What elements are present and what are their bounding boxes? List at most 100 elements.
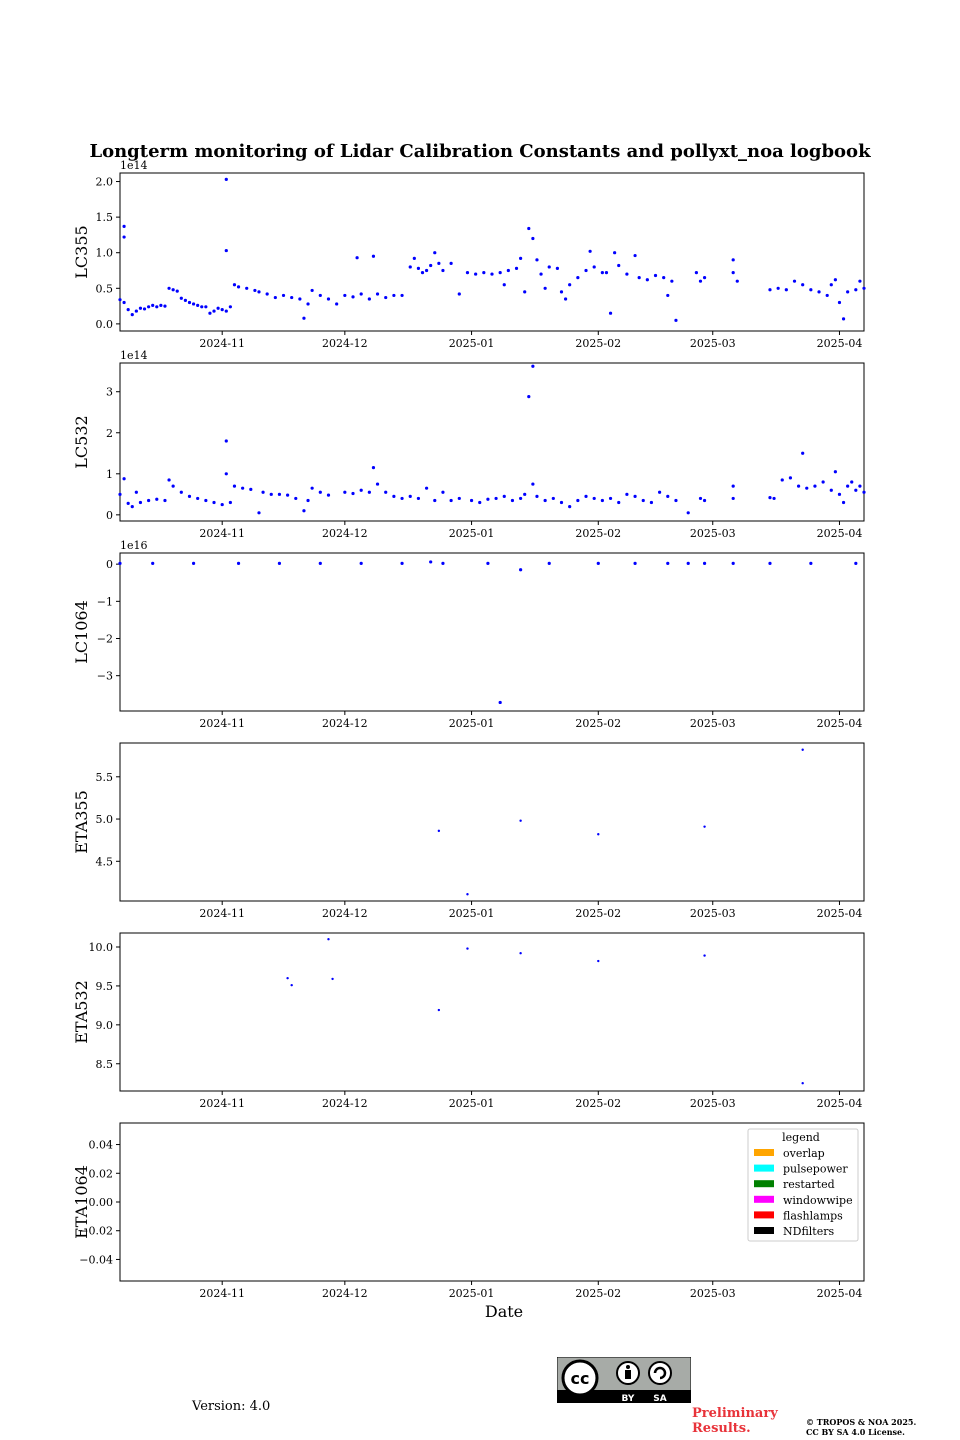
x-tick-label: 2025-02 <box>575 717 621 730</box>
data-point <box>212 309 216 313</box>
data-point <box>731 258 735 262</box>
data-point <box>846 484 850 488</box>
data-point <box>187 494 192 498</box>
data-point <box>224 248 228 253</box>
data-point <box>510 498 515 503</box>
data-point <box>850 480 854 484</box>
data-point <box>551 496 555 501</box>
data-point <box>228 500 232 505</box>
data-point <box>265 292 269 296</box>
data-point <box>486 561 490 566</box>
data-point <box>608 496 613 501</box>
data-point <box>138 500 143 505</box>
y-tick-label: 9.5 <box>96 980 114 993</box>
y-tick-label: 0.0 <box>96 318 114 331</box>
data-point <box>768 288 772 292</box>
data-point <box>351 491 355 496</box>
data-point <box>122 300 126 305</box>
data-point <box>801 748 804 751</box>
data-point <box>597 959 600 963</box>
data-point <box>151 561 155 566</box>
data-point <box>466 947 469 950</box>
data-point <box>625 492 629 496</box>
x-tick-label: 2025-03 <box>690 1287 736 1300</box>
axes-frame-3 <box>119 552 865 712</box>
data-point <box>277 492 282 496</box>
y-axis-label: ETA1064 <box>72 1165 91 1239</box>
data-point <box>191 302 196 306</box>
data-point <box>310 288 314 293</box>
data-point <box>559 290 564 294</box>
data-point <box>519 256 523 261</box>
x-tick-label: 2025-02 <box>575 337 621 350</box>
data-point <box>200 305 204 309</box>
x-tick-label: 2025-04 <box>817 527 863 540</box>
data-point <box>698 496 703 501</box>
x-tick-label: 2025-04 <box>817 717 863 730</box>
data-point <box>608 311 613 315</box>
legend-swatch <box>754 1149 774 1156</box>
data-point <box>703 825 706 828</box>
axes-frame-5 <box>119 932 865 1092</box>
data-point <box>862 490 866 494</box>
data-point <box>465 271 470 275</box>
data-point <box>662 276 666 280</box>
figure-canvas: 2024-11 2024-12 2025-01 2025-02 2025-03 2025-… <box>72 159 866 1321</box>
legend-title: legend <box>782 1131 820 1144</box>
data-point <box>245 286 249 290</box>
data-point <box>220 308 224 312</box>
data-point <box>490 272 494 276</box>
data-point <box>241 486 245 490</box>
data-point <box>821 480 825 484</box>
legend-entry-label: overlap <box>783 1147 825 1160</box>
data-point <box>846 290 850 294</box>
data-point <box>408 494 412 498</box>
data-point <box>527 395 531 399</box>
data-point <box>204 498 208 503</box>
data-point <box>702 498 707 503</box>
data-point <box>375 482 380 486</box>
data-point <box>290 295 294 300</box>
y-axis-label: LC532 <box>72 415 91 468</box>
data-point <box>236 561 241 566</box>
data-point <box>318 561 322 566</box>
data-point <box>457 496 461 501</box>
data-point <box>118 492 122 496</box>
data-point <box>543 498 547 503</box>
y-tick-label: −1 <box>97 595 113 608</box>
data-point <box>302 509 306 513</box>
data-point <box>613 251 617 255</box>
data-point <box>228 305 232 309</box>
data-point <box>318 293 322 298</box>
legend-swatch <box>754 1180 774 1188</box>
data-point <box>179 296 183 300</box>
data-point <box>294 496 298 501</box>
data-point <box>400 561 404 566</box>
data-point <box>191 561 196 566</box>
legend-swatch <box>754 1164 774 1172</box>
cc-license-badge: cc BY SA <box>557 1357 691 1403</box>
x-tick-label: 2025-01 <box>449 337 495 350</box>
data-point <box>286 493 290 497</box>
data-point <box>645 278 649 282</box>
data-point <box>179 490 183 494</box>
data-point <box>780 478 784 482</box>
share-alike-icon <box>648 1361 672 1385</box>
y-tick-label: 3 <box>106 386 113 399</box>
data-point <box>576 498 580 503</box>
x-tick-label: 2024-11 <box>199 337 245 350</box>
data-point <box>482 271 486 275</box>
data-point <box>208 311 212 315</box>
legend-swatch <box>754 1195 774 1203</box>
data-point <box>126 501 130 505</box>
data-point <box>547 265 551 269</box>
x-tick-label: 2024-12 <box>322 337 368 350</box>
data-point <box>555 266 560 270</box>
data-point <box>224 439 228 443</box>
data-point <box>281 293 286 298</box>
data-point <box>429 560 433 564</box>
data-point <box>326 297 331 301</box>
data-point <box>249 487 253 491</box>
data-point <box>633 561 637 566</box>
data-point <box>837 300 842 305</box>
